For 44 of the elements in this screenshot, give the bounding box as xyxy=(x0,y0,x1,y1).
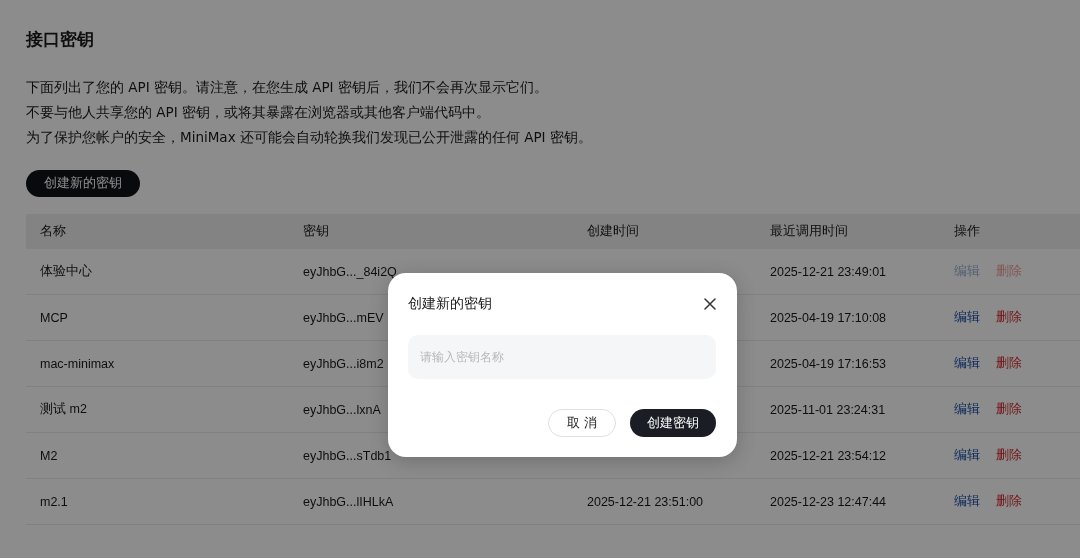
column-header: 最近调用时间 xyxy=(769,223,849,240)
column-header: 操作 xyxy=(953,223,981,240)
edit-link[interactable]: 编辑 xyxy=(954,401,980,418)
table-cell: eyJhbG...lxnA xyxy=(303,402,381,417)
delete-link[interactable]: 删除 xyxy=(996,355,1022,372)
close-icon[interactable] xyxy=(704,298,716,310)
create-key-button[interactable]: 创建新的密钥 xyxy=(26,170,140,197)
table-cell: 测试 m2 xyxy=(40,402,87,416)
table-cell: 体验中心 xyxy=(40,264,92,278)
table-cell: eyJhbG...mEV xyxy=(303,310,384,325)
column-header: 创建时间 xyxy=(586,223,640,240)
notice-text: 为了保护您帐户的安全，MiniMax 还可能会自动轮换我们发现已公开泄露的任何 API 密钥。 xyxy=(26,128,593,147)
edit-link[interactable]: 编辑 xyxy=(954,309,980,326)
delete-link[interactable]: 删除 xyxy=(996,447,1022,464)
edit-link[interactable]: 编辑 xyxy=(954,447,980,464)
table-cell: eyJhbG...sTdb1 xyxy=(303,448,392,463)
table-cell: 2025-12-23 12:47:44 xyxy=(770,494,887,509)
delete-link[interactable]: 删除 xyxy=(996,401,1022,418)
table-cell: eyJhbG...i8m2 xyxy=(303,356,384,371)
table-cell: M2 xyxy=(40,448,58,463)
column-header: 密钥 xyxy=(302,223,330,240)
create-key-confirm-button[interactable]: 创建密钥 xyxy=(630,409,716,437)
table-cell: eyJhbG..._84i2Q xyxy=(303,264,397,279)
table-cell: 2025-04-19 17:16:53 xyxy=(770,356,887,371)
key-name-input[interactable]: 请输入密钥名称 xyxy=(408,335,716,379)
delete-link[interactable]: 删除 xyxy=(996,493,1022,510)
table-cell: 2025-12-21 23:51:00 xyxy=(587,494,704,509)
table-cell: m2.1 xyxy=(40,494,68,509)
edit-link[interactable]: 编辑 xyxy=(954,493,980,510)
table-cell: eyJhbG...lIHLkA xyxy=(303,494,394,509)
table-cell: MCP xyxy=(40,310,68,325)
delete-link[interactable]: 删除 xyxy=(996,309,1022,326)
notice-text: 下面列出了您的 API 密钥。请注意，在您生成 API 密钥后，我们不会再次显示它们。 xyxy=(26,78,549,97)
edit-link[interactable]: 编辑 xyxy=(954,355,980,372)
table-cell: 2025-11-01 23:24:31 xyxy=(770,402,886,417)
table-cell: 2025-12-21 23:49:01 xyxy=(770,264,887,279)
table-cell: 2025-04-19 17:10:08 xyxy=(770,310,887,325)
page-title: 接口密钥 xyxy=(26,28,95,51)
cancel-button[interactable]: 取 消 xyxy=(548,409,616,437)
table-cell: 2025-12-21 23:54:12 xyxy=(770,448,887,463)
dialog-title: 创建新的密钥 xyxy=(408,295,492,313)
column-header: 名称 xyxy=(39,223,67,240)
notice-text: 不要与他人共享您的 API 密钥，或将其暴露在浏览器或其他客户端代码中。 xyxy=(26,103,491,122)
table-cell: mac-minimax xyxy=(40,356,115,371)
